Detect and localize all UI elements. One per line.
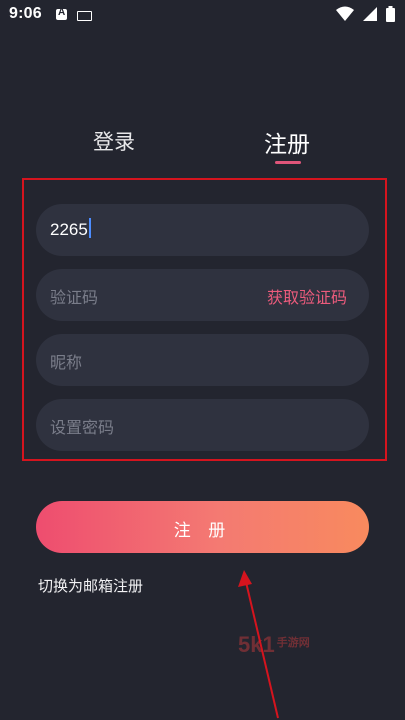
annotation-arrow-icon [238, 570, 279, 719]
